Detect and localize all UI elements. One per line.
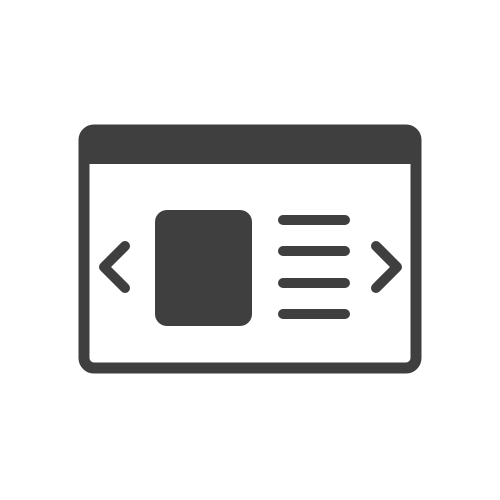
icon-canvas <box>0 0 500 500</box>
chevron-left-icon <box>99 241 130 293</box>
image-placeholder-icon <box>155 210 252 326</box>
browser-window-carousel-icon <box>78 124 422 374</box>
title-bar <box>79 125 421 164</box>
text-lines-icon <box>278 215 350 319</box>
chevron-right-icon <box>371 241 402 293</box>
